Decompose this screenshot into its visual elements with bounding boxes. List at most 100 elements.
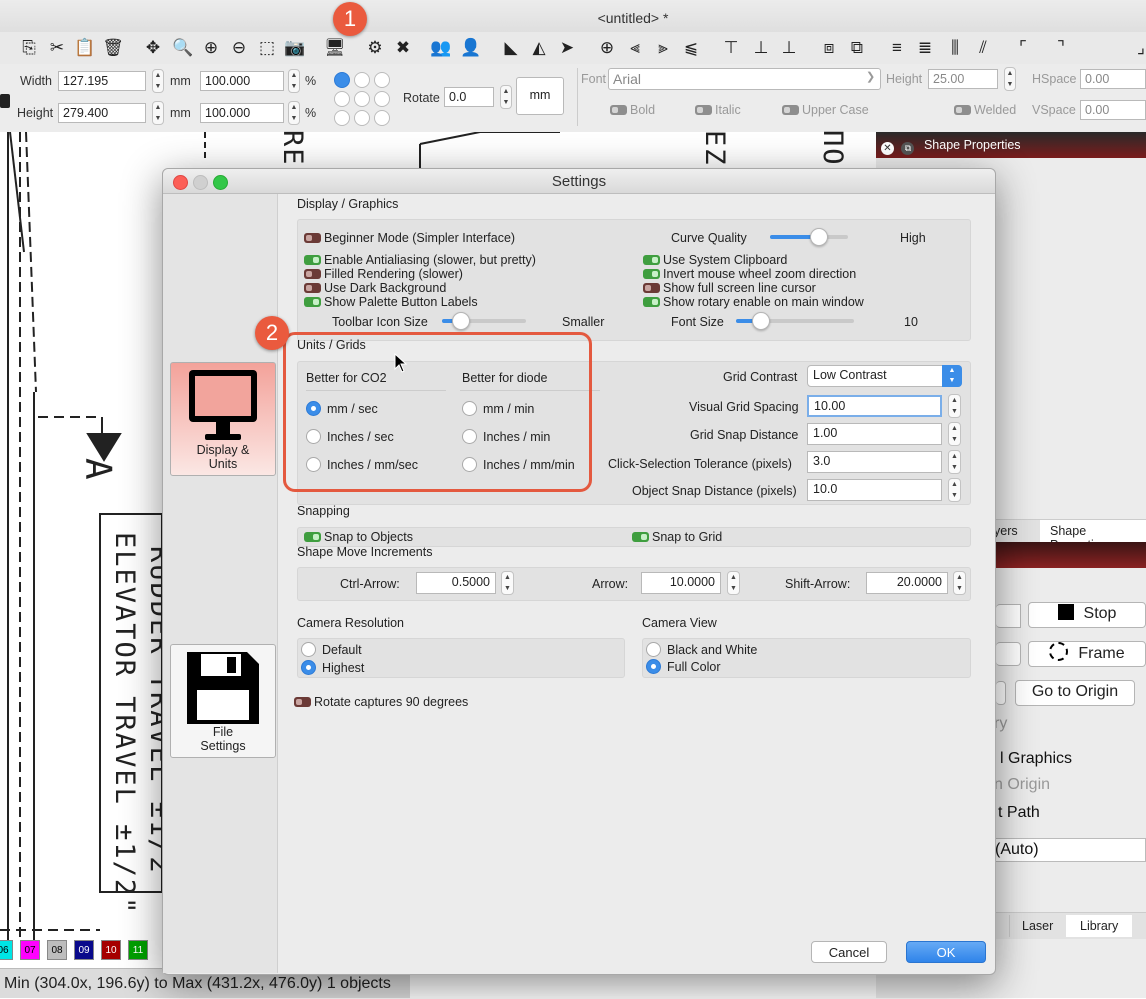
italic-toggle[interactable]: Italic xyxy=(695,103,741,117)
rotate-captures-toggle[interactable]: Rotate captures 90 degrees xyxy=(294,695,468,709)
filled-rendering-toggle[interactable]: Filled Rendering (slower) xyxy=(304,267,463,281)
ok-button[interactable]: OK xyxy=(906,941,986,963)
dist-icon-1[interactable]: ≡ xyxy=(886,36,908,58)
cancel-button[interactable]: Cancel xyxy=(811,941,887,963)
grid-contrast-select[interactable]: Low Contrast ▲ ▼ xyxy=(807,365,962,387)
grid-spacing-stepper[interactable]: ▲ ▼ xyxy=(948,394,961,418)
dist-icon-4[interactable]: ⫽ xyxy=(972,36,994,58)
snap-distance-stepper[interactable]: ▲ ▼ xyxy=(948,422,961,446)
close-window-button[interactable] xyxy=(173,175,188,190)
group-icon[interactable]: 👥 xyxy=(430,36,452,58)
object-snap-stepper[interactable]: ▲ ▼ xyxy=(948,478,961,502)
mirror-icon[interactable]: ◭ xyxy=(528,36,550,58)
unit-toggle-button[interactable]: mm xyxy=(516,77,564,115)
anchor-center[interactable] xyxy=(354,91,370,107)
stop-button[interactable]: Stop xyxy=(1028,602,1146,628)
corner-icon-2[interactable]: ⌝ xyxy=(1050,36,1072,58)
align-bottom-icon[interactable]: ⊥ xyxy=(778,36,800,58)
snap-distance-field[interactable]: 1.00 xyxy=(807,423,942,445)
go-to-origin-button[interactable]: Go to Origin xyxy=(1015,680,1135,706)
width-field[interactable]: 127.195 xyxy=(58,71,146,91)
arrow-stepper[interactable]: ▲ ▼ xyxy=(727,571,740,595)
palette-labels-toggle[interactable]: Show Palette Button Labels xyxy=(304,295,478,309)
ctrl-arrow-stepper[interactable]: ▲ ▼ xyxy=(501,571,514,595)
user-icon[interactable]: 👤 xyxy=(460,36,482,58)
height-percent-field[interactable]: 100.000 xyxy=(200,103,284,123)
corner-icon-1[interactable]: ⌜ xyxy=(1012,36,1034,58)
dock-text-3[interactable]: n Origin xyxy=(994,776,1050,794)
full-screen-cursor-toggle[interactable]: Show full screen line cursor xyxy=(643,281,816,295)
dark-background-toggle[interactable]: Use Dark Background xyxy=(304,281,446,295)
rotary-enable-toggle[interactable]: Show rotary enable on main window xyxy=(643,295,864,309)
device-icon[interactable]: 🖥 xyxy=(324,36,346,58)
zoom-window-button[interactable] xyxy=(213,175,228,190)
align-right-icon[interactable]: ⫹ xyxy=(680,36,702,58)
lock-icon[interactable] xyxy=(0,94,10,108)
align-left-icon[interactable]: ⫷ xyxy=(624,36,646,58)
align-top-icon[interactable]: ⊤ xyxy=(720,36,742,58)
dock-text-2[interactable]: l Graphics xyxy=(1000,750,1072,768)
cut-icon[interactable]: ✂ xyxy=(46,36,68,58)
object-snap-field[interactable]: 10.0 xyxy=(807,479,942,501)
shift-arrow-field[interactable]: 20.0000 xyxy=(866,572,948,594)
target-icon[interactable]: ⊕ xyxy=(596,36,618,58)
curve-quality-slider[interactable] xyxy=(770,228,848,246)
width-stepper[interactable]: ▲ ▼ xyxy=(152,69,164,93)
zoom-in-icon[interactable]: ⊕ xyxy=(200,36,222,58)
zoom-out-icon[interactable]: ⊖ xyxy=(228,36,250,58)
laser-btn-partial-3[interactable] xyxy=(996,681,1006,705)
distribute-h-icon[interactable]: ⧈ xyxy=(818,36,840,58)
font-height-stepper[interactable]: ▲ ▼ xyxy=(1004,67,1016,91)
bold-toggle[interactable]: Bold xyxy=(610,103,655,117)
width-percent-stepper[interactable]: ▲ ▼ xyxy=(288,69,300,93)
float-icon[interactable]: ⧉ xyxy=(901,142,915,155)
tab-laser[interactable]: Laser xyxy=(1009,915,1065,937)
anchor-bottom-left[interactable] xyxy=(334,110,350,126)
grid-spacing-field[interactable]: 10.00 xyxy=(807,395,942,417)
hspace-field[interactable]: 0.00 xyxy=(1080,69,1146,89)
tab-library[interactable]: Library xyxy=(1066,915,1133,937)
align-center-icon[interactable]: ⫸ xyxy=(652,36,674,58)
anchor-top-center[interactable] xyxy=(354,72,370,88)
frame-button[interactable]: Frame xyxy=(1028,641,1146,667)
palette-swatch[interactable]: 08 xyxy=(47,940,67,960)
font-height-field[interactable]: 25.00 xyxy=(928,69,998,89)
move-icon[interactable]: ✥ xyxy=(142,36,164,58)
resolution-radio-default[interactable]: Default xyxy=(301,642,362,657)
anchor-top-left[interactable] xyxy=(334,72,350,88)
dist-icon-3[interactable]: ⫼ xyxy=(944,36,966,58)
anchor-bottom-center[interactable] xyxy=(354,110,370,126)
antialiasing-toggle[interactable]: Enable Antialiasing (slower, but pretty) xyxy=(304,253,536,267)
tools-icon[interactable]: ✖ xyxy=(392,36,414,58)
distribute-v-icon[interactable]: ⧉ xyxy=(846,36,868,58)
minimize-window-button[interactable] xyxy=(193,175,208,190)
welded-toggle[interactable]: Welded xyxy=(954,103,1016,117)
palette-swatch[interactable]: 11 xyxy=(128,940,148,960)
delete-icon[interactable]: 🗑 xyxy=(102,36,124,58)
sidebar-item-file-settings[interactable]: File Settings xyxy=(170,644,276,758)
view-radio-full-color[interactable]: Full Color xyxy=(646,659,721,674)
settings-icon[interactable]: ⚙ xyxy=(364,36,386,58)
anchor-mid-right[interactable] xyxy=(374,91,390,107)
laser-btn-partial-1[interactable] xyxy=(996,604,1021,628)
snap-to-grid-toggle[interactable]: Snap to Grid xyxy=(632,530,722,544)
font-size-slider[interactable] xyxy=(736,312,854,330)
invert-zoom-toggle[interactable]: Invert mouse wheel zoom direction xyxy=(643,267,856,281)
rotate-stepper[interactable]: ▲ ▼ xyxy=(500,85,512,109)
align-middle-icon[interactable]: ⊥ xyxy=(750,36,772,58)
ctrl-arrow-field[interactable]: 0.5000 xyxy=(416,572,496,594)
vspace-field[interactable]: 0.00 xyxy=(1080,100,1146,120)
dock-text-4[interactable]: t Path xyxy=(998,804,1040,822)
beginner-mode-toggle[interactable]: Beginner Mode (Simpler Interface) xyxy=(304,231,515,245)
dock-select[interactable]: (Auto) xyxy=(994,838,1146,862)
flip-h-icon[interactable]: ◣ xyxy=(500,36,522,58)
font-select[interactable]: Arial xyxy=(608,68,881,90)
tab-layers[interactable]: yers xyxy=(994,524,1018,538)
height-stepper[interactable]: ▲ ▼ xyxy=(152,101,164,125)
upper-case-toggle[interactable]: Upper Case xyxy=(782,103,869,117)
width-percent-field[interactable]: 100.000 xyxy=(200,71,284,91)
dist-icon-2[interactable]: ≣ xyxy=(914,36,936,58)
copy-icon[interactable]: ⎘ xyxy=(18,36,40,58)
snap-to-objects-toggle[interactable]: Snap to Objects xyxy=(304,530,413,544)
camera-icon[interactable]: 📷 xyxy=(284,36,306,58)
